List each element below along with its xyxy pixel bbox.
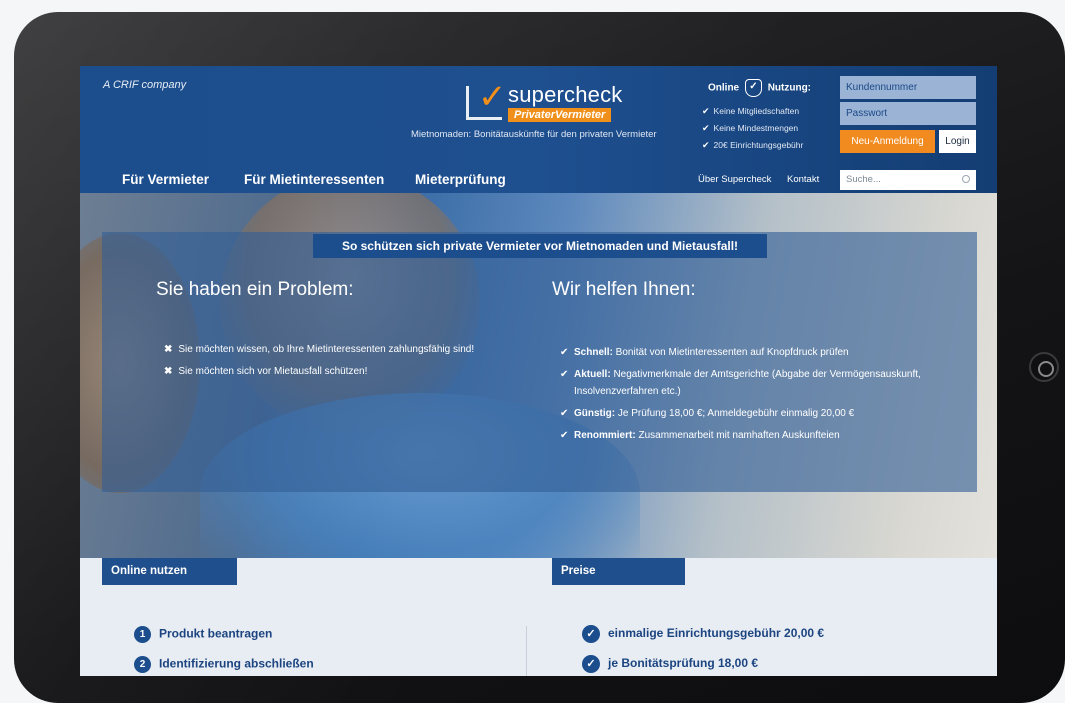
help-item-bold: Renommiert:	[574, 430, 636, 441]
help-heading: Wir helfen Ihnen:	[552, 279, 696, 300]
section-divider	[526, 626, 527, 676]
nav-item-mieterpruefung[interactable]: Mieterprüfung	[415, 172, 506, 187]
nav-link-about[interactable]: Über Supercheck	[698, 174, 771, 185]
help-item-text: Negativmerkmale der Amtsgerichte (Abgabe…	[574, 369, 921, 397]
step-label: Identifizierung abschließen	[159, 656, 314, 671]
password-input[interactable]: Passwort	[840, 102, 976, 125]
search-input[interactable]: Suche...	[840, 170, 976, 190]
site-header: A CRIF company ✓ supercheck PrivaterVerm…	[80, 66, 997, 193]
nav-item-mietinteressenten[interactable]: Für Mietinteressenten	[244, 172, 384, 187]
logo-name[interactable]: supercheck	[508, 82, 623, 108]
problem-list: ✖ Sie möchten wissen, ob Ihre Mietinteres…	[164, 344, 474, 388]
check-circle-icon: ✓	[582, 625, 600, 643]
usage-item-label: Keine Mitgliedschaften	[713, 106, 800, 116]
nav-item-vermieter[interactable]: Für Vermieter	[122, 172, 209, 187]
help-item-text: Zusammenarbeit mit namhaften Auskunfteie…	[635, 430, 840, 441]
login-button[interactable]: Login	[939, 130, 976, 153]
step-label: Produkt beantragen	[159, 626, 273, 641]
home-button[interactable]	[1029, 352, 1059, 382]
help-item: ✔ Schnell: Bonität von Mietinteressenten …	[560, 344, 940, 361]
step-item: 2 Identifizierung abschließen	[134, 656, 314, 673]
usage-list: ✔ Keine Mitgliedschaften ✔ Keine Mindestme…	[702, 106, 803, 157]
usage-item: ✔ 20€ Einrichtungsgebühr	[702, 140, 803, 157]
cross-icon: ✖	[164, 344, 173, 355]
tagline: Mietnomaden: Bonitätauskünfte für den pr…	[411, 129, 657, 140]
help-item-text: Je Prüfung 18,00 €; Anmeldegebühr einmal…	[615, 408, 855, 419]
crif-label: A CRIF company	[103, 79, 187, 91]
problem-item: ✖ Sie möchten wissen, ob Ihre Mietinteres…	[164, 344, 474, 366]
price-label: einmalige Einrichtungsgebühr 20,00 €	[608, 626, 825, 641]
help-item-bold: Schnell:	[574, 347, 613, 358]
screen: A CRIF company ✓ supercheck PrivaterVerm…	[80, 66, 997, 676]
main-nav: Für Vermieter Für Mietinteressenten Miet…	[80, 166, 997, 193]
help-item-text: Bonität von Mietinteressenten auf Knopfd…	[612, 347, 849, 358]
check-icon: ✔	[560, 369, 569, 380]
customer-number-input[interactable]: Kundennummer	[840, 76, 976, 99]
help-item-bold: Günstig:	[574, 408, 616, 419]
price-item: ✓ einmalige Einrichtungsgebühr 20,00 €	[582, 625, 824, 643]
check-icon: ✔	[560, 430, 569, 441]
cross-icon: ✖	[164, 366, 173, 377]
usage-item-label: Keine Mindestmengen	[713, 123, 799, 133]
info-section: Online nutzen Preise 1 Produkt beantragen…	[80, 558, 997, 676]
nav-link-contact[interactable]: Kontakt	[787, 174, 819, 185]
usage-title: Online ✓ Nutzung:	[708, 79, 811, 97]
help-item: ✔ Aktuell: Negativmerkmale der Amtsgerich…	[560, 366, 940, 400]
check-icon: ✔	[560, 347, 569, 358]
step-item: 1 Produkt beantragen	[134, 626, 272, 643]
usage-title-usage: Nutzung:	[767, 82, 812, 94]
check-icon: ✔	[560, 408, 569, 419]
problem-text: Sie möchten wissen, ob Ihre Mietinteress…	[178, 344, 475, 355]
problem-text: Sie möchten sich vor Mietausfall schütze…	[178, 366, 368, 377]
help-item: ✔ Renommiert: Zusammenarbeit mit namhafte…	[560, 427, 940, 444]
usage-title-online: Online	[708, 82, 740, 94]
problem-heading: Sie haben ein Problem:	[156, 279, 354, 300]
help-item: ✔ Günstig: Je Prüfung 18,00 €; Anmeldegeb…	[560, 405, 940, 422]
hero-banner: So schützen sich private Vermieter vor M…	[313, 234, 767, 258]
usage-item: ✔ Keine Mitgliedschaften	[702, 106, 803, 123]
search-icon[interactable]	[962, 175, 970, 183]
logo-subtitle: PrivaterVermieter	[508, 108, 612, 122]
price-item: ✓ je Bonitätsprüfung 18,00 €	[582, 655, 758, 673]
login-form: Kundennummer Passwort	[840, 76, 976, 128]
prices-section-title: Preise	[552, 558, 685, 585]
tablet-frame: A CRIF company ✓ supercheck PrivaterVerm…	[14, 12, 1065, 703]
register-button[interactable]: Neu-Anmeldung	[840, 130, 935, 153]
usage-item-label: 20€ Einrichtungsgebühr	[713, 140, 804, 150]
check-icon: ✔	[702, 140, 710, 150]
online-section-title: Online nutzen	[102, 558, 237, 585]
step-number-badge: 1	[134, 626, 151, 643]
price-label: je Bonitätsprüfung 18,00 €	[608, 656, 759, 671]
help-item-bold: Aktuell:	[574, 369, 611, 380]
check-icon: ✔	[702, 106, 710, 116]
help-list: ✔ Schnell: Bonität von Mietinteressenten …	[560, 344, 940, 449]
step-number-badge: 2	[134, 656, 151, 673]
check-icon: ✔	[702, 123, 710, 133]
problem-item: ✖ Sie möchten sich vor Mietausfall schütz…	[164, 366, 474, 388]
check-circle-icon: ✓	[582, 655, 600, 673]
usage-item: ✔ Keine Mindestmengen	[702, 123, 803, 140]
logo-check-icon: ✓	[478, 78, 507, 116]
shield-check-icon: ✓	[744, 79, 762, 97]
search-placeholder: Suche...	[846, 174, 881, 185]
